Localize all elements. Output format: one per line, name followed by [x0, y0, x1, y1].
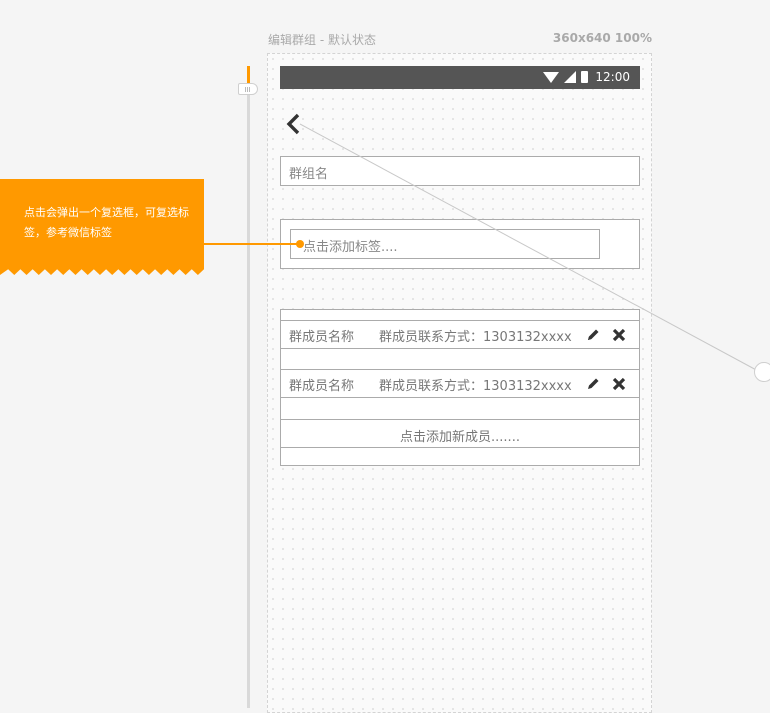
member-contact: 群成员联系方式：1303132xxxx: [379, 379, 572, 394]
close-icon[interactable]: [611, 376, 627, 392]
close-icon[interactable]: [611, 327, 627, 343]
ruler-handle[interactable]: [238, 83, 258, 95]
frame-title: 编辑群组 - 默认状态: [268, 33, 376, 47]
member-list: 群成员名称 群成员联系方式：1303132xxxx 群成员名称 群成员联系方式：…: [280, 309, 640, 466]
member-row[interactable]: 群成员名称 群成员联系方式：1303132xxxx: [281, 320, 639, 349]
annotation-note: 点击会弹出一个复选框，可复选标签，参考微信标签: [0, 179, 204, 275]
status-time: 12:00: [595, 70, 630, 84]
tag-input[interactable]: 点击添加标签....: [290, 229, 600, 259]
annotation-text: 点击会弹出一个复选框，可复选标签，参考微信标签: [24, 206, 189, 239]
status-bar: 12:00: [280, 66, 640, 89]
add-member-button[interactable]: 点击添加新成员.......: [281, 419, 639, 448]
annotation-anchor-dot[interactable]: [296, 240, 304, 248]
tag-placeholder: 点击添加标签....: [303, 240, 398, 255]
add-member-label: 点击添加新成员.......: [400, 430, 520, 445]
group-name-input[interactable]: 群组名: [280, 156, 640, 186]
battery-icon: [581, 71, 589, 83]
member-row[interactable]: 群成员名称 群成员联系方式：1303132xxxx: [281, 369, 639, 398]
member-contact: 群成员联系方式：1303132xxxx: [379, 330, 572, 345]
signal-icon: [564, 71, 577, 83]
back-chevron-icon[interactable]: [284, 113, 304, 135]
link-handle[interactable]: [754, 362, 770, 382]
frame-size-label: 360x640 100%: [552, 31, 652, 45]
vertical-ruler[interactable]: [247, 68, 250, 708]
annotation-connector: [204, 243, 300, 245]
member-name: 群成员名称: [289, 330, 355, 345]
pencil-icon[interactable]: [585, 376, 601, 392]
wifi-icon: [543, 71, 560, 83]
ruler-marker: [247, 66, 250, 84]
member-name: 群成员名称: [289, 379, 355, 394]
pencil-icon[interactable]: [585, 327, 601, 343]
group-name-placeholder: 群组名: [289, 167, 329, 182]
